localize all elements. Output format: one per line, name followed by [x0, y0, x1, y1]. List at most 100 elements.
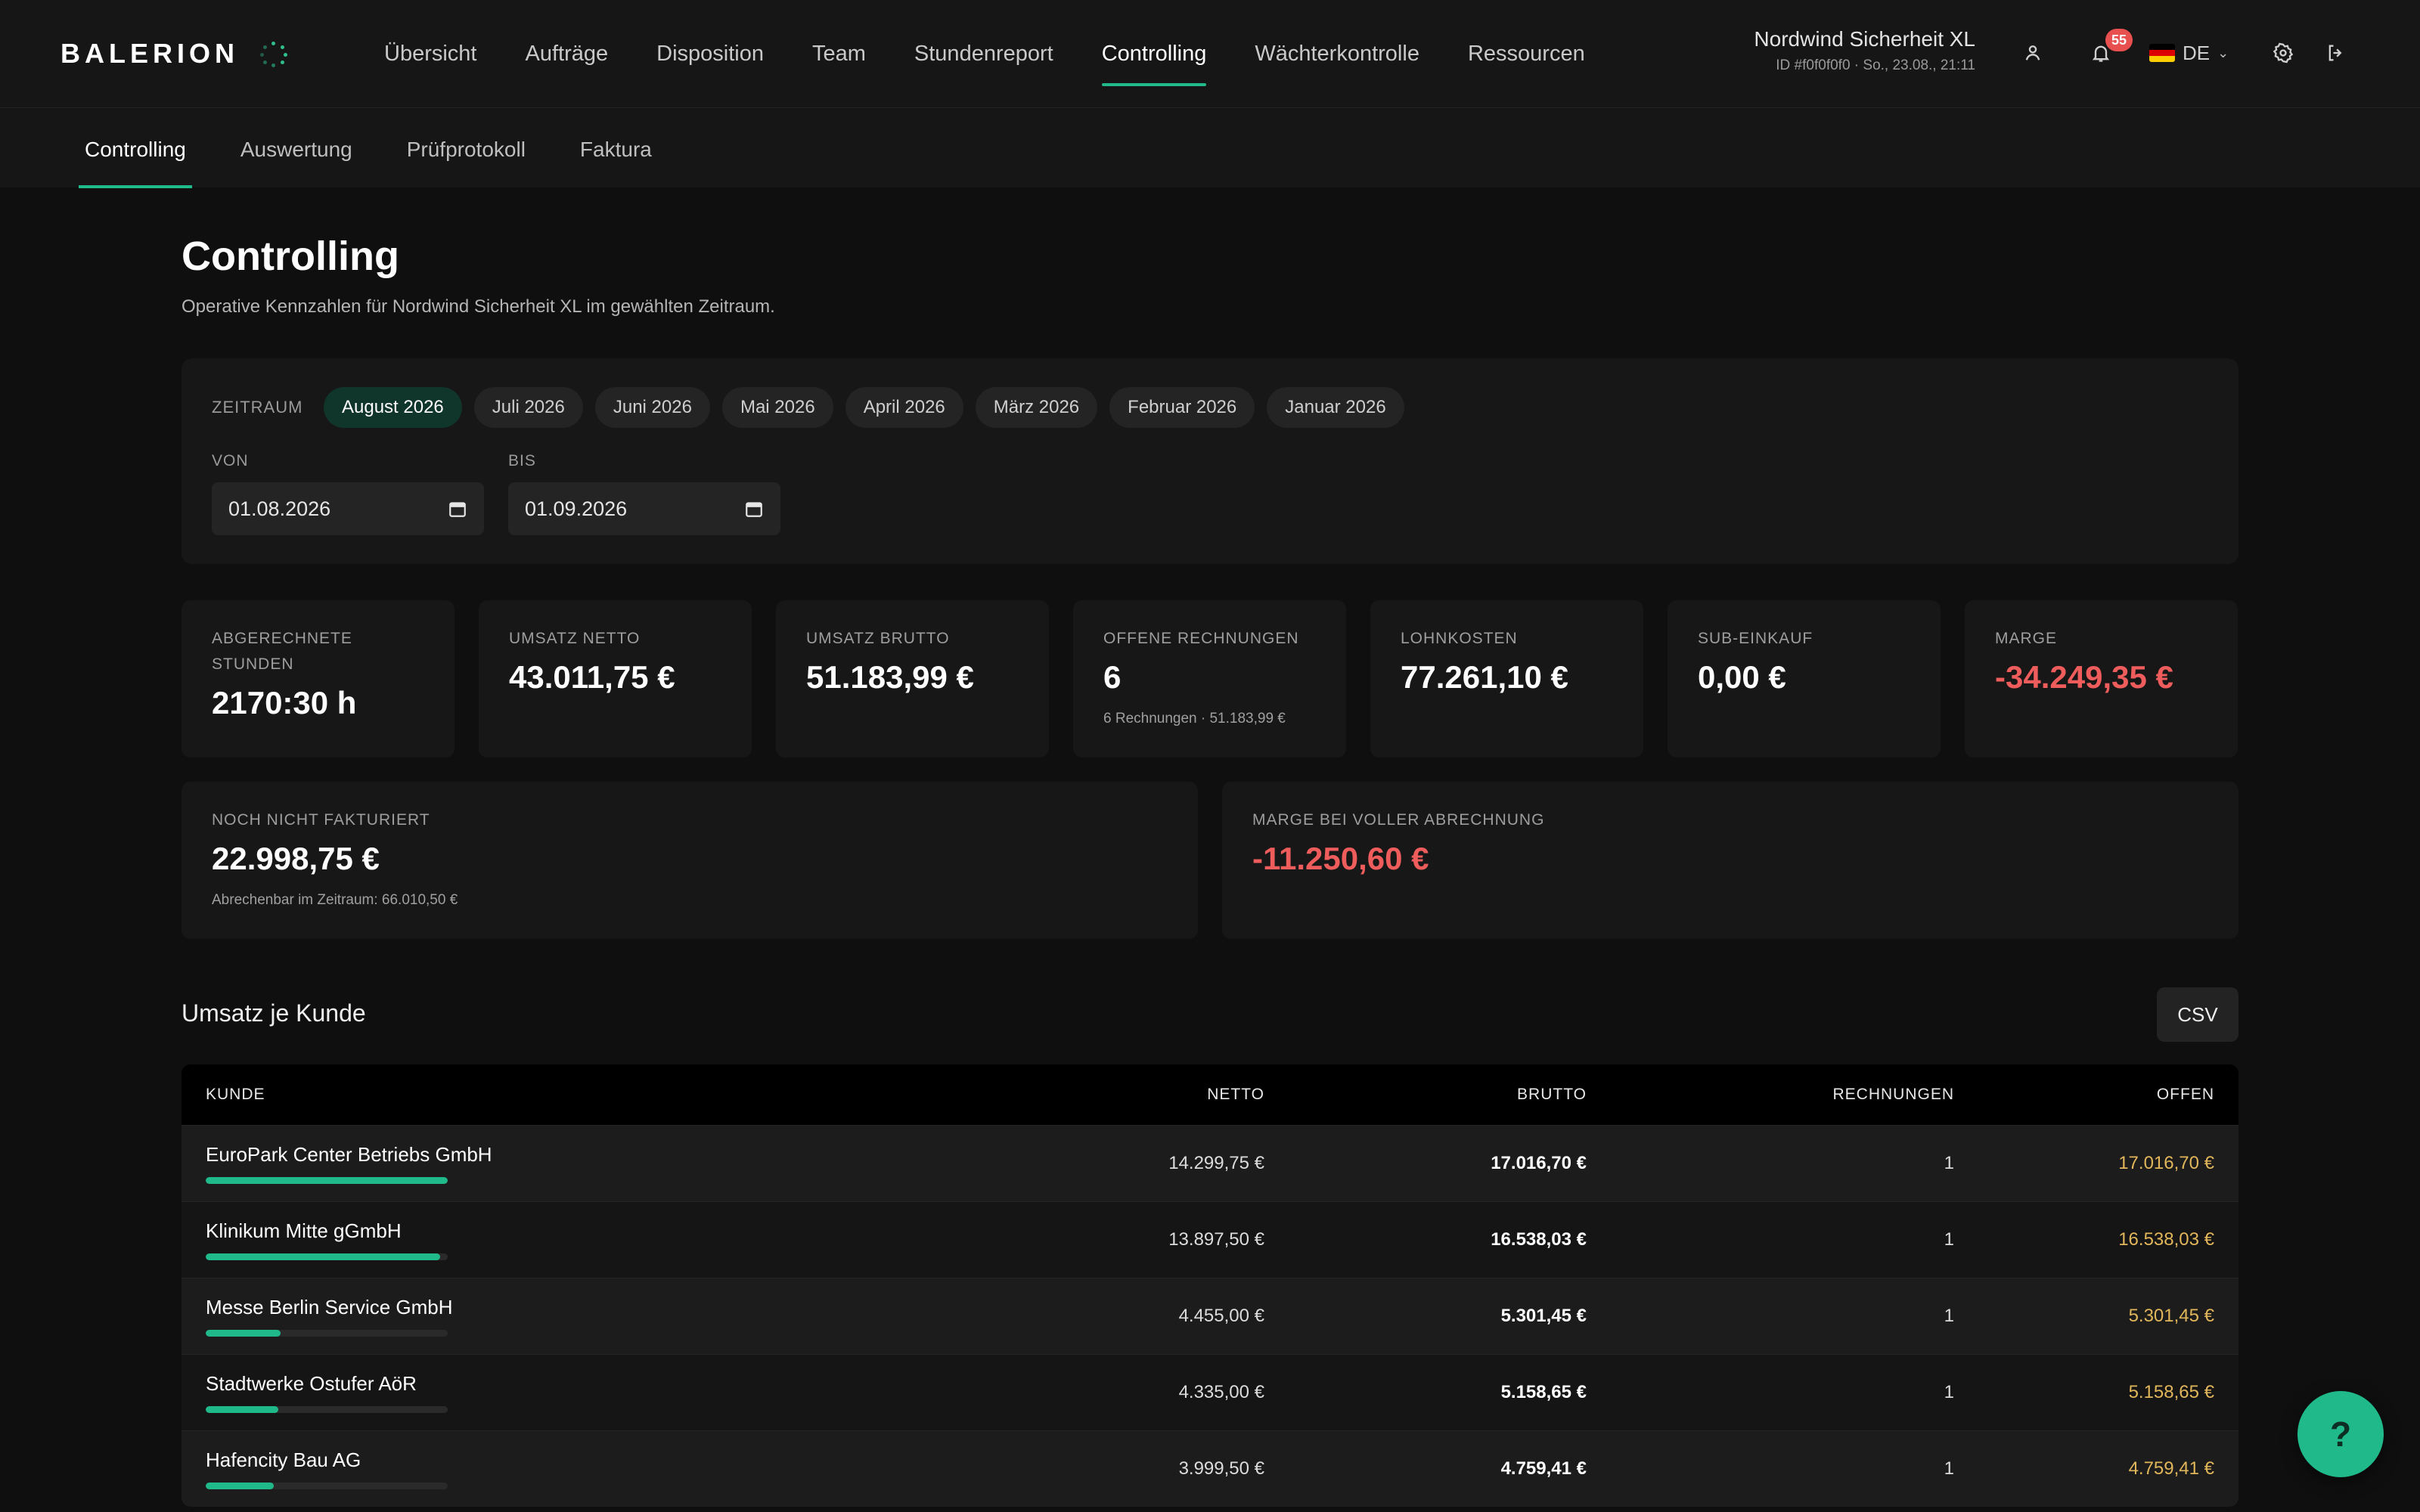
nav-item-uebersicht[interactable]: Übersicht [384, 0, 477, 107]
brand-logo[interactable]: BALERION [60, 38, 287, 70]
kpi-card-abgerechnete-stunden: ABGERECHNETE STUNDEN 2170:30 h [182, 600, 455, 758]
logout-icon[interactable] [2318, 35, 2354, 71]
cell-kunde: Hafencity Bau AG [206, 1448, 1010, 1489]
cell-kunde: Messe Berlin Service GmbH [206, 1296, 1010, 1337]
nav-item-controlling[interactable]: Controlling [1101, 0, 1206, 107]
from-date-input[interactable]: 01.08.2026 [212, 482, 484, 535]
nav-item-auftraege[interactable]: Aufträge [526, 0, 609, 107]
period-chip-august-2026[interactable]: August 2026 [324, 387, 462, 428]
notifications-button[interactable]: 55 [2083, 29, 2133, 71]
cell-brutto: 17.016,70 € [1491, 1153, 1587, 1173]
column-header-brutto[interactable]: BRUTTO [1264, 1086, 1587, 1104]
kpi-value: 22.998,75 € [212, 841, 380, 876]
period-chip-februar-2026[interactable]: Februar 2026 [1109, 387, 1255, 428]
sub-navigation: Controlling Auswertung Prüfprotokoll Fak… [0, 107, 2420, 188]
cell-offen: 4.759,41 € [2128, 1458, 2214, 1479]
period-chip-juni-2026[interactable]: Juni 2026 [594, 387, 710, 428]
table-body: EuroPark Center Betriebs GmbH 14.299,75 €… [182, 1125, 2238, 1507]
period-chip-januar-2026[interactable]: Januar 2026 [1267, 387, 1404, 428]
customer-name: Klinikum Mitte gGmbH [206, 1219, 402, 1242]
revenue-share-bar [206, 1483, 448, 1489]
revenue-section-header: Umsatz je Kunde CSV [182, 987, 2238, 1042]
table-row[interactable]: Hafencity Bau AG 3.999,50 € 4.759,41 € 1 4.7… [182, 1430, 2238, 1507]
tab-faktura[interactable]: Faktura [574, 108, 658, 188]
from-date-group: VON 01.08.2026 [212, 452, 484, 535]
kpi-note: 6 Rechnungen · 51.183,99 € [1103, 711, 1286, 727]
revenue-share-fill [206, 1253, 441, 1260]
account-name: Nordwind Sicherheit XL [1754, 27, 1975, 51]
table-row[interactable]: Stadtwerke Ostufer AöR 4.335,00 € 5.158,65… [182, 1354, 2238, 1430]
to-date-value: 01.09.2026 [525, 497, 628, 520]
table-row[interactable]: Messe Berlin Service GmbH 4.455,00 € 5.301… [182, 1278, 2238, 1354]
kpi-card-lohnkosten: LOHNKOSTEN 77.261,10 € [1370, 600, 1643, 758]
table-row[interactable]: Klinikum Mitte gGmbH 13.897,50 € 16.538,03… [182, 1201, 2238, 1278]
revenue-share-fill [206, 1330, 281, 1337]
customer-name: Messe Berlin Service GmbH [206, 1296, 453, 1318]
help-button[interactable]: ? [2297, 1391, 2384, 1477]
cell-brutto: 16.538,03 € [1491, 1229, 1587, 1250]
nav-item-team[interactable]: Team [812, 0, 866, 107]
kpi-label: MARGE [1995, 630, 2058, 647]
page-title: Controlling [182, 234, 399, 279]
cell-rechnungen: 1 [1944, 1458, 1954, 1479]
page-subtitle: Operative Kennzahlen für Nordwind Sicher… [182, 296, 775, 317]
cell-brutto: 4.759,41 € [1500, 1458, 1587, 1479]
account-info: Nordwind Sicherheit XL ID #f0f0f0f0 · So… [1754, 27, 1975, 74]
period-filter-card: ZEITRAUM August 2026 Juli 2026 Juni 2026… [182, 358, 2238, 564]
cell-brutto: 5.158,65 € [1500, 1382, 1587, 1402]
logo-dots-icon [260, 40, 287, 67]
kpi-value: 6 [1103, 659, 1122, 695]
kpi-label: NOCH NICHT FAKTURIERT [212, 811, 430, 829]
kpi-label: LOHNKOSTEN [1401, 630, 1518, 647]
column-header-kunde[interactable]: KUNDE [206, 1086, 1010, 1104]
account-meta: ID #f0f0f0f0 · So., 23.08., 21:11 [1776, 57, 1975, 73]
to-date-group: BIS 01.09.2026 [508, 452, 780, 535]
nav-item-stundenreport[interactable]: Stundenreport [914, 0, 1053, 107]
cell-netto: 4.335,00 € [1178, 1382, 1264, 1402]
kpi-card-sub-einkauf: SUB-EINKAUF 0,00 € [1668, 600, 1941, 758]
cell-kunde: Stadtwerke Ostufer AöR [206, 1372, 1010, 1413]
kpi-card-marge-voller-abrechnung: MARGE BEI VOLLER ABRECHNUNG -11.250,60 € [1222, 782, 2238, 939]
kpi-card-umsatz-brutto: UMSATZ BRUTTO 51.183,99 € [776, 600, 1049, 758]
notification-count-badge: 55 [2105, 29, 2133, 51]
period-chip-april-2026[interactable]: April 2026 [845, 387, 963, 428]
kpi-card-umsatz-netto: UMSATZ NETTO 43.011,75 € [479, 600, 752, 758]
period-chip-mai-2026[interactable]: Mai 2026 [721, 387, 833, 428]
nav-item-waechterkontrolle[interactable]: Wächterkontrolle [1255, 0, 1419, 107]
cell-netto: 4.455,00 € [1178, 1306, 1264, 1326]
table-header: KUNDE NETTO BRUTTO RECHNUNGEN OFFEN [182, 1064, 2238, 1125]
revenue-share-fill [206, 1406, 278, 1413]
chevron-down-icon: ⌄ [2217, 45, 2229, 60]
column-header-rechnungen[interactable]: RECHNUNGEN [1587, 1086, 1954, 1104]
to-date-input[interactable]: 01.09.2026 [508, 482, 780, 535]
gear-icon[interactable] [2265, 35, 2301, 71]
customer-name: Stadtwerke Ostufer AöR [206, 1372, 417, 1395]
language-selector[interactable]: DE ⌄ [2149, 42, 2229, 65]
section-title: Umsatz je Kunde [182, 999, 366, 1027]
revenue-table: KUNDE NETTO BRUTTO RECHNUNGEN OFFEN Euro… [182, 1064, 2238, 1507]
kpi-value: 0,00 € [1698, 659, 1786, 695]
cell-offen: 5.158,65 € [2128, 1382, 2214, 1402]
revenue-share-bar [206, 1253, 448, 1260]
kpi-label: UMSATZ NETTO [509, 630, 641, 647]
german-flag-icon [2149, 44, 2175, 62]
period-chip-maerz-2026[interactable]: März 2026 [975, 387, 1098, 428]
tab-pruefprotokoll[interactable]: Prüfprotokoll [401, 108, 532, 188]
cell-rechnungen: 1 [1944, 1229, 1954, 1250]
calendar-icon[interactable] [448, 499, 467, 519]
tab-auswertung[interactable]: Auswertung [234, 108, 358, 188]
column-header-netto[interactable]: NETTO [1010, 1086, 1264, 1104]
table-row[interactable]: EuroPark Center Betriebs GmbH 14.299,75 €… [182, 1125, 2238, 1201]
nav-item-ressourcen[interactable]: Ressourcen [1468, 0, 1585, 107]
kpi-card-offene-rechnungen: OFFENE RECHNUNGEN 6 6 Rechnungen · 51.18… [1073, 600, 1346, 758]
csv-export-button[interactable]: CSV [2157, 987, 2238, 1042]
period-chip-juli-2026[interactable]: Juli 2026 [473, 387, 583, 428]
user-icon[interactable] [2015, 35, 2051, 71]
cell-kunde: EuroPark Center Betriebs GmbH [206, 1143, 1010, 1184]
calendar-icon[interactable] [744, 499, 764, 519]
language-code: DE [2183, 41, 2211, 64]
nav-item-disposition[interactable]: Disposition [656, 0, 764, 107]
top-actions: 55 DE ⌄ [2015, 29, 2354, 71]
tab-controlling[interactable]: Controlling [79, 108, 192, 188]
column-header-offen[interactable]: OFFEN [1954, 1086, 2214, 1104]
